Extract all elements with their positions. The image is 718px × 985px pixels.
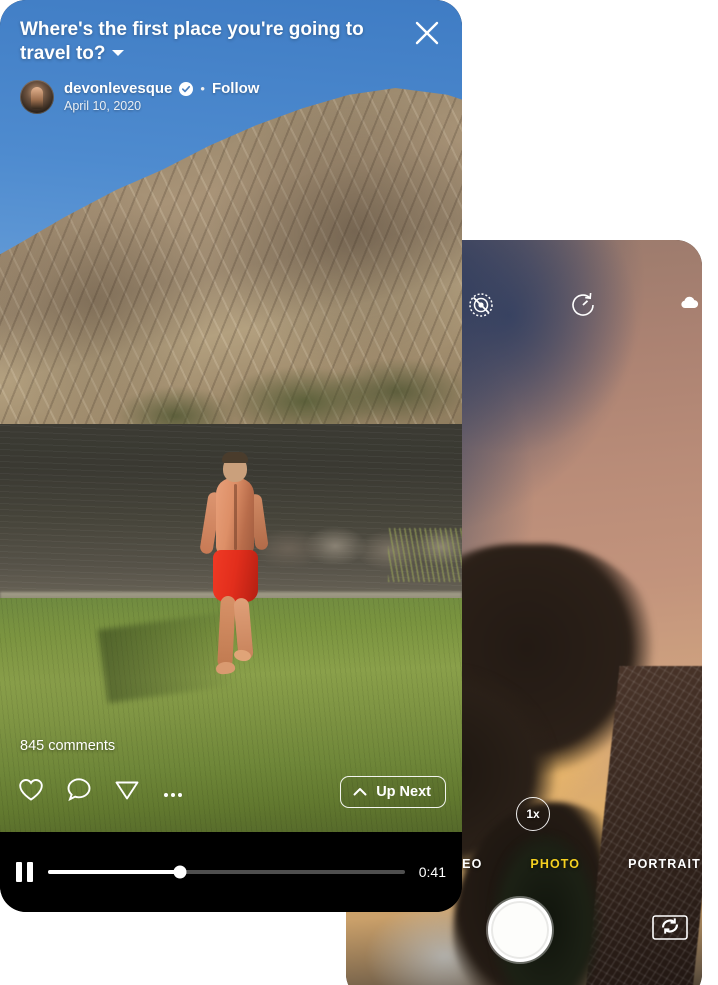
ellipsis-icon[interactable] xyxy=(160,774,186,804)
camera-mode-portrait[interactable]: PORTRAIT xyxy=(628,857,701,871)
heart-icon[interactable] xyxy=(16,774,46,804)
page-title-text: Where's the first place you're going to … xyxy=(20,19,364,64)
video-progress-fill xyxy=(48,870,180,874)
chevron-up-icon xyxy=(352,784,368,800)
video-post-header: Where's the first place you're going to … xyxy=(0,0,462,114)
video-time-label: 0:41 xyxy=(418,864,446,880)
up-next-label: Up Next xyxy=(376,784,431,800)
filters-button[interactable] xyxy=(672,288,702,322)
pause-button[interactable] xyxy=(16,862,34,882)
page-title: Where's the first place you're going to … xyxy=(20,18,388,66)
follow-button[interactable]: Follow xyxy=(212,80,260,97)
chevron-down-icon[interactable] xyxy=(111,49,124,56)
video-progress-handle[interactable] xyxy=(173,865,187,879)
post-date: April 10, 2020 xyxy=(64,99,142,114)
post-author-row: devonlevesque • Follow April 10, 2020 xyxy=(20,79,442,114)
flash-off-button[interactable] xyxy=(464,288,498,322)
screenshot-stage: 1x VIDEO PHOTO PORTRAIT SQUARE xyxy=(0,0,718,985)
verified-badge-icon xyxy=(179,81,194,96)
author-meta: devonlevesque • Follow April 10, 2020 xyxy=(64,80,259,113)
timer-button[interactable] xyxy=(566,288,600,322)
avatar[interactable] xyxy=(20,79,54,114)
paper-plane-icon[interactable] xyxy=(112,774,142,804)
video-post-phone: Where's the first place you're going to … xyxy=(0,0,462,912)
camera-mode-photo[interactable]: PHOTO xyxy=(530,857,580,871)
video-frame-scrub xyxy=(0,352,462,434)
comment-bubble-icon[interactable] xyxy=(64,774,94,804)
video-progress-slider[interactable] xyxy=(48,865,405,879)
video-player-controls: 0:41 xyxy=(0,832,462,912)
zoom-level-label: 1x xyxy=(526,807,540,821)
close-button[interactable] xyxy=(410,16,444,50)
video-player-surface[interactable]: Where's the first place you're going to … xyxy=(0,0,462,832)
video-frame-runner xyxy=(199,452,274,696)
zoom-level-button[interactable]: 1x xyxy=(516,797,550,831)
camera-flip-button[interactable] xyxy=(652,912,688,940)
post-action-bar xyxy=(16,774,186,804)
up-next-button[interactable]: Up Next xyxy=(340,776,446,808)
video-frame-reeds xyxy=(388,528,462,582)
comments-count-label[interactable]: 845 comments xyxy=(20,738,115,754)
author-separator: • xyxy=(200,81,205,97)
author-username[interactable]: devonlevesque xyxy=(64,80,172,97)
shutter-button[interactable] xyxy=(488,898,552,962)
